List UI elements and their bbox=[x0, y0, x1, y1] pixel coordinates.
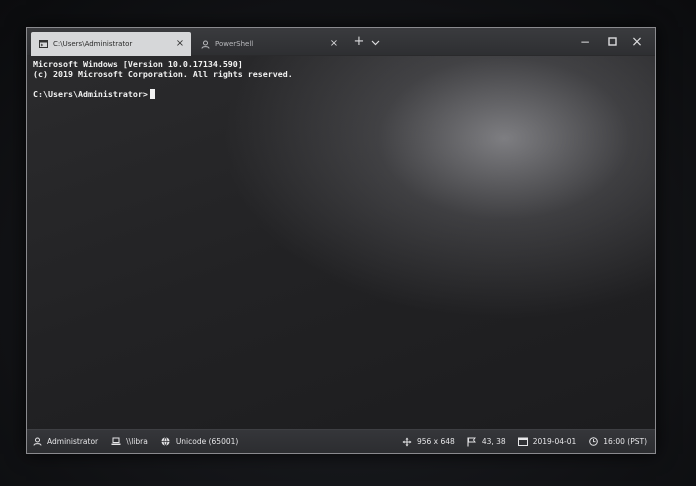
tab-dropdown-button[interactable] bbox=[368, 35, 382, 49]
cmd-icon bbox=[39, 40, 48, 49]
text-cursor bbox=[149, 89, 155, 99]
terminal-line: Microsoft Windows [Version 10.0.17134.59… bbox=[33, 59, 243, 69]
move-icon bbox=[402, 437, 412, 447]
terminal-window: C:\Users\Administrator × PowerShell × + … bbox=[26, 27, 656, 454]
user-icon bbox=[32, 437, 42, 447]
status-date: 2019-04-01 bbox=[517, 437, 576, 447]
tab-close-button[interactable]: × bbox=[173, 37, 187, 51]
maximize-button[interactable] bbox=[605, 35, 619, 49]
status-size: 956 x 648 bbox=[402, 437, 455, 447]
status-encoding: Unicode (65001) bbox=[161, 437, 238, 447]
clock-icon bbox=[588, 437, 598, 447]
maximize-icon bbox=[607, 37, 617, 46]
tab-powershell[interactable]: PowerShell × bbox=[193, 32, 345, 56]
tab-close-button[interactable]: × bbox=[327, 37, 341, 51]
flag-icon bbox=[467, 437, 477, 447]
status-host: \\libra bbox=[111, 437, 148, 447]
title-bar: C:\Users\Administrator × PowerShell × + … bbox=[27, 28, 655, 56]
calendar-icon bbox=[517, 437, 528, 447]
new-tab-button[interactable]: + bbox=[352, 35, 366, 49]
close-window-button[interactable]: × bbox=[630, 35, 644, 49]
terminal-line: (c) 2019 Microsoft Corporation. All righ… bbox=[33, 69, 293, 79]
user-icon bbox=[201, 40, 210, 49]
computer-icon bbox=[111, 437, 121, 447]
prompt-line: C:\Users\Administrator> bbox=[33, 89, 649, 99]
tab-label: PowerShell bbox=[215, 40, 254, 48]
tab-label: C:\Users\Administrator bbox=[53, 40, 133, 48]
status-user: Administrator bbox=[32, 437, 98, 447]
minimize-button[interactable]: − bbox=[578, 35, 592, 49]
terminal-output[interactable]: Microsoft Windows [Version 10.0.17134.59… bbox=[27, 56, 655, 431]
tab-cmd[interactable]: C:\Users\Administrator × bbox=[31, 32, 191, 56]
globe-icon bbox=[161, 437, 171, 447]
status-time: 16:00 (PST) bbox=[588, 437, 647, 447]
prompt-text: C:\Users\Administrator> bbox=[33, 89, 148, 99]
chevron-down-icon bbox=[371, 40, 379, 46]
status-bar: Administrator \\libra Unicode (65001) 95… bbox=[27, 429, 655, 453]
status-cursor-position: 43, 38 bbox=[467, 437, 506, 447]
